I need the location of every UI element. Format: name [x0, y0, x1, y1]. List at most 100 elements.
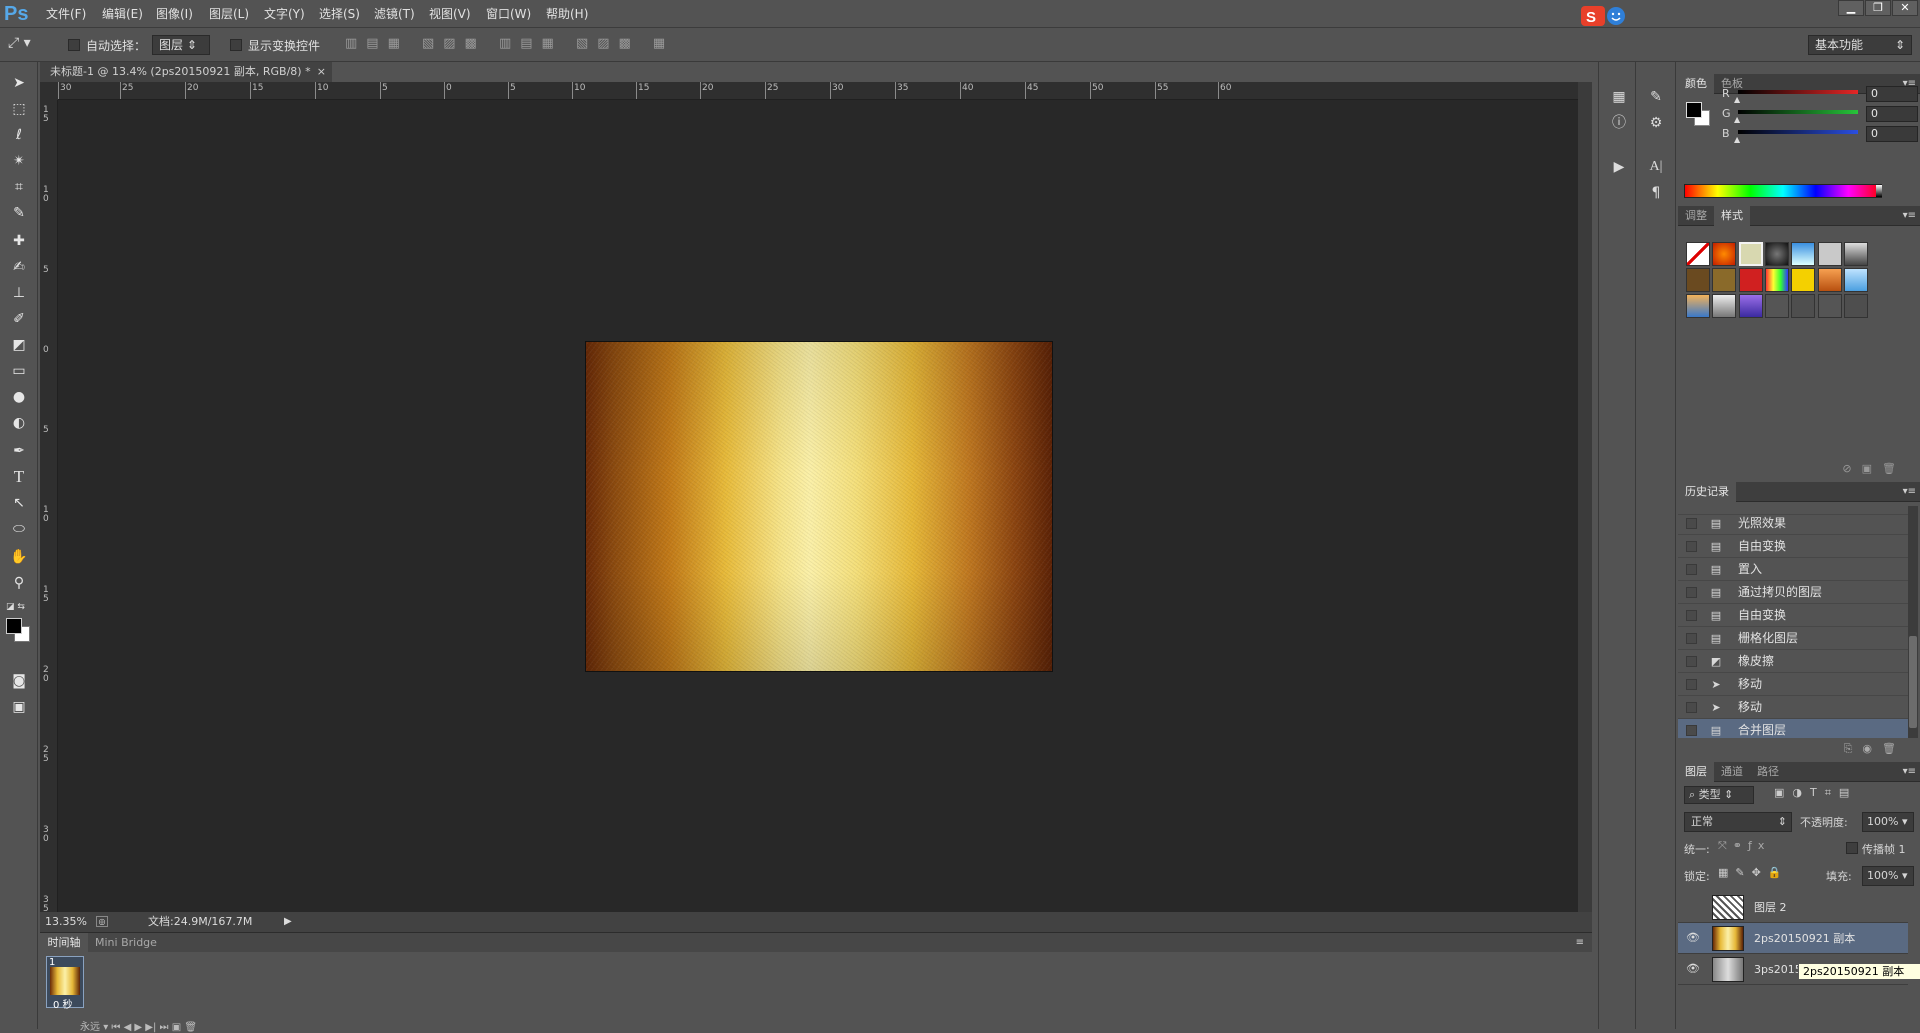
history-snapshot-checkbox[interactable] — [1686, 725, 1697, 736]
healing-brush-icon[interactable]: ✚ — [6, 230, 32, 252]
style-swatch[interactable] — [1686, 268, 1710, 292]
path-selection-icon[interactable]: ↖ — [6, 492, 32, 514]
tab-layers[interactable]: 图层 — [1678, 762, 1714, 782]
history-item[interactable]: ◩ 橡皮擦 — [1678, 650, 1908, 673]
paragraph-panel-icon[interactable]: ¶ — [1644, 182, 1668, 204]
history-snapshot-checkbox[interactable] — [1686, 587, 1697, 598]
menu-help[interactable]: 帮助(H) — [546, 4, 588, 24]
timeline-menu-icon[interactable]: ≡ — [1576, 933, 1584, 952]
history-item[interactable]: ▤ 合并图层 — [1678, 719, 1908, 738]
history-item[interactable]: ➤ 移动 — [1678, 696, 1908, 719]
status-menu-arrow-icon[interactable]: ▶ — [284, 912, 292, 932]
auto-select-checkbox[interactable] — [68, 39, 80, 51]
style-swatch[interactable] — [1712, 242, 1737, 266]
fill-field[interactable]: 100% ▾ — [1862, 866, 1914, 886]
zoom-tool-icon[interactable]: ⚲ — [6, 572, 32, 594]
character-panel-icon[interactable]: A| — [1644, 156, 1668, 178]
stamp-tool-icon[interactable]: ⊥ — [6, 282, 32, 304]
gradient-tool-icon[interactable]: ▭ — [6, 360, 32, 382]
sogou-ime-icon[interactable]: S — [1580, 4, 1630, 28]
style-swatch[interactable] — [1791, 268, 1816, 292]
style-swatch[interactable] — [1791, 242, 1816, 266]
history-item[interactable]: ▤ 置入 — [1678, 558, 1908, 581]
channel-value-field[interactable]: 0 — [1866, 86, 1918, 102]
workspace-dropdown[interactable]: 基本功能 ⇕ — [1808, 35, 1912, 55]
tab-paths[interactable]: 路径 — [1750, 762, 1786, 782]
dodge-tool-icon[interactable]: ◐ — [6, 412, 32, 434]
style-swatch[interactable] — [1712, 294, 1737, 318]
histogram-icon[interactable]: ▦ — [1607, 86, 1631, 108]
playback-controls-icon[interactable]: ▾ ⏮ ◀ ▶ ▶| ⏭ ▣ 🗑 — [103, 1022, 197, 1033]
style-swatch[interactable] — [1764, 242, 1789, 266]
style-swatch[interactable] — [1843, 242, 1868, 266]
history-snapshot-checkbox[interactable] — [1686, 564, 1697, 575]
style-swatch[interactable] — [1843, 294, 1868, 318]
document-tab[interactable]: 未标题-1 @ 13.4% (2ps20150921 副本, RGB/8) * … — [40, 62, 332, 82]
style-swatch[interactable] — [1738, 294, 1763, 318]
frame-delay[interactable]: 0 秒 — [53, 996, 73, 1011]
magic-wand-tool-icon[interactable]: ✴ — [6, 150, 32, 172]
brush-panel-icon[interactable]: ✎ — [1644, 86, 1668, 108]
history-panel-menu-icon[interactable]: ▾≡ — [1903, 482, 1916, 502]
eye-icon[interactable]: 👁 — [1685, 962, 1701, 976]
close-tab-icon[interactable]: × — [317, 62, 326, 82]
opacity-field[interactable]: 100% ▾ — [1862, 812, 1914, 832]
layer-row[interactable]: 👁 2ps20150921 副本 — [1678, 923, 1908, 954]
tab-adjustments[interactable]: 调整 — [1678, 206, 1714, 226]
history-snapshot-checkbox[interactable] — [1686, 633, 1697, 644]
align-distribute-icons[interactable]: ▥▤▦ ▧▨▩ ▥▤▦ ▧▨▩ ▦ — [345, 36, 705, 56]
history-snapshot-checkbox[interactable] — [1686, 541, 1697, 552]
channel-slider-track[interactable] — [1738, 110, 1858, 114]
status-info-icon[interactable]: ◎ — [96, 916, 108, 927]
menu-window[interactable]: 窗口(W) — [486, 4, 531, 24]
style-swatch[interactable] — [1686, 242, 1710, 266]
style-swatch[interactable] — [1738, 242, 1763, 266]
vertical-scrollbar[interactable] — [1578, 82, 1592, 912]
brush-tool-icon[interactable]: ✍ — [6, 256, 32, 278]
history-footer-icons[interactable]: ⎘◉🗑 — [1678, 742, 1920, 760]
blur-tool-icon[interactable]: ● — [6, 386, 32, 408]
menu-file[interactable]: 文件(F) — [46, 4, 86, 24]
menu-view[interactable]: 视图(V) — [429, 4, 471, 24]
styles-panel-menu-icon[interactable]: ▾≡ — [1903, 206, 1916, 226]
history-item[interactable]: ▤ 自由变换 — [1678, 535, 1908, 558]
style-swatch[interactable] — [1817, 242, 1842, 266]
minimize-button[interactable]: ▁ — [1838, 0, 1864, 16]
history-item[interactable]: ▤ 栅格化图层 — [1678, 627, 1908, 650]
style-swatch[interactable] — [1686, 294, 1710, 318]
channel-slider-track[interactable] — [1738, 130, 1858, 134]
zoom-level[interactable]: 13.35% — [45, 912, 87, 932]
eraser-tool-icon[interactable]: ◩ — [6, 334, 32, 356]
tab-color[interactable]: 颜色 — [1678, 74, 1714, 94]
history-item[interactable]: ➤ 移动 — [1678, 673, 1908, 696]
propagate-frame-checkbox[interactable] — [1846, 842, 1858, 854]
style-swatch[interactable] — [1712, 268, 1737, 292]
menu-edit[interactable]: 编辑(E) — [102, 4, 143, 24]
color-spectrum-ramp[interactable] — [1684, 184, 1882, 198]
layer-row[interactable]: 图层 2 — [1678, 892, 1908, 923]
quick-mask-icon[interactable]: ◙ — [6, 670, 32, 692]
show-transform-checkbox[interactable] — [230, 39, 242, 51]
tab-timeline[interactable]: 时间轴 — [40, 933, 88, 952]
menu-filter[interactable]: 滤镜(T) — [374, 4, 415, 24]
history-item[interactable]: ▤ 通过拷贝的图层 — [1678, 581, 1908, 604]
eye-icon[interactable]: 👁 — [1685, 931, 1701, 945]
screen-mode-icon[interactable]: ▣ — [6, 696, 32, 718]
channel-value-field[interactable]: 0 — [1866, 106, 1918, 122]
history-snapshot-checkbox[interactable] — [1686, 679, 1697, 690]
style-swatch[interactable] — [1791, 294, 1816, 318]
style-swatch[interactable] — [1764, 268, 1789, 292]
lock-icons[interactable]: ▦✎✥🔒 — [1718, 866, 1789, 879]
slider-handle-icon[interactable]: ▲ — [1734, 115, 1740, 124]
ruler-origin[interactable] — [40, 82, 58, 100]
eyedropper-tool-icon[interactable]: ✎ — [6, 202, 32, 224]
type-tool-icon[interactable]: T — [6, 466, 32, 488]
style-swatch[interactable] — [1817, 268, 1842, 292]
slider-handle-icon[interactable]: ▲ — [1734, 95, 1740, 104]
style-swatch[interactable] — [1764, 294, 1789, 318]
color-foreground-swatch[interactable] — [1686, 102, 1702, 118]
tool-presets-icon[interactable]: ⚙ — [1644, 112, 1668, 134]
layer-filter-icons[interactable]: ▣◑T⌗▤ — [1774, 786, 1904, 804]
history-brush-icon[interactable]: ✐ — [6, 308, 32, 330]
tab-mini-bridge[interactable]: Mini Bridge — [95, 933, 157, 952]
